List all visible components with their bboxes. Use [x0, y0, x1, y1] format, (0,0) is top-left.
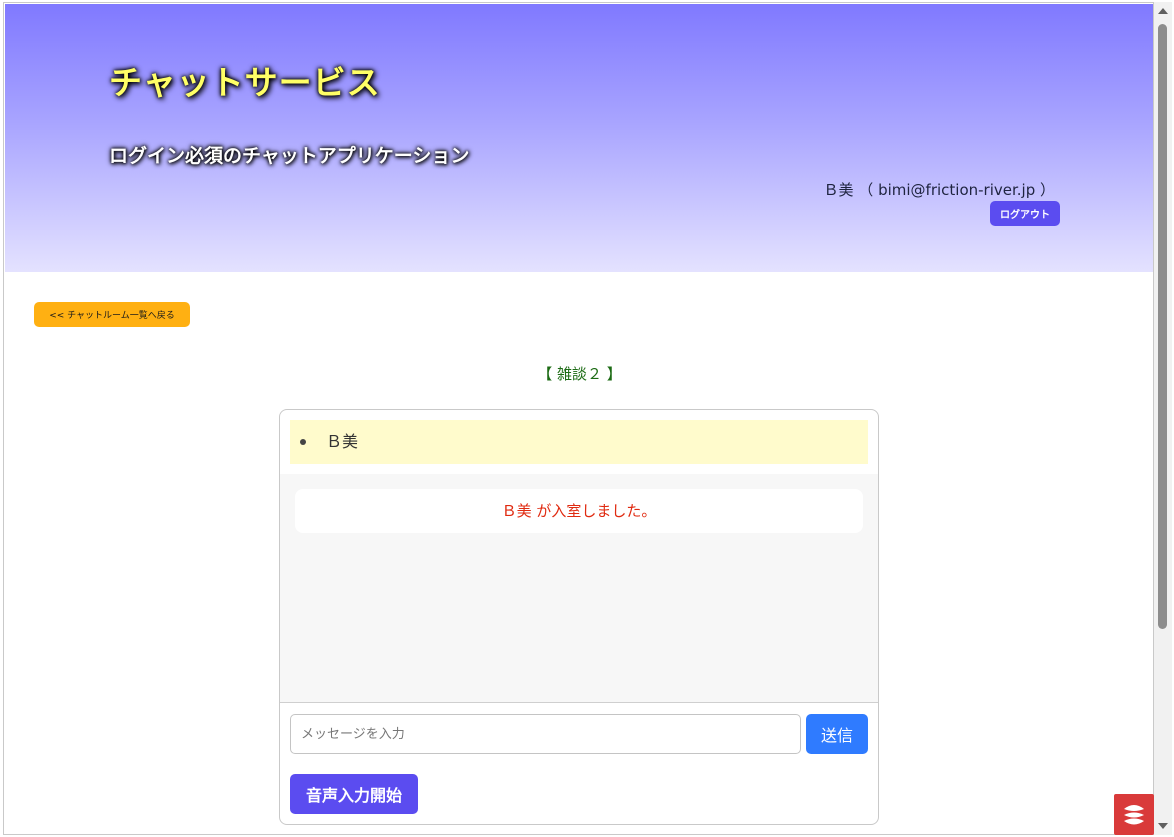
- site-header: チャットサービス ログイン必須のチャットアプリケーション Ｂ美 （ bimi@f…: [5, 4, 1153, 272]
- member-list-item: Ｂ美: [290, 420, 358, 464]
- voice-input-button[interactable]: 音声入力開始: [290, 774, 418, 814]
- scroll-up-arrow-icon[interactable]: [1158, 8, 1168, 14]
- system-message: Ｂ美 が入室しました。: [295, 489, 863, 533]
- widget-logo-icon: [1124, 805, 1144, 825]
- bullet-icon: [300, 439, 306, 445]
- message-list[interactable]: Ｂ美 が入室しました。: [280, 474, 878, 703]
- site-title: チャットサービス: [109, 63, 381, 102]
- member-name: Ｂ美: [326, 432, 359, 451]
- scrollbar-thumb[interactable]: [1158, 24, 1167, 629]
- room-title: 【 雑談２ 】: [537, 365, 622, 383]
- member-list: Ｂ美: [290, 420, 868, 464]
- current-user-info: Ｂ美 （ bimi@friction-river.jp ）: [823, 181, 1055, 199]
- send-button[interactable]: 送信: [806, 714, 868, 754]
- vertical-scrollbar[interactable]: [1154, 2, 1172, 835]
- message-input[interactable]: [290, 714, 801, 754]
- browser-viewport: チャットサービス ログイン必須のチャットアプリケーション Ｂ美 （ bimi@f…: [3, 2, 1154, 835]
- logout-button[interactable]: ログアウト: [990, 201, 1060, 226]
- scroll-down-arrow-icon[interactable]: [1158, 823, 1168, 829]
- extension-widget-button[interactable]: [1114, 794, 1154, 835]
- chat-panel: Ｂ美 Ｂ美 が入室しました。 送信 音声入力開始: [279, 409, 879, 825]
- back-to-room-list-button[interactable]: << チャットルーム一覧へ戻る: [34, 302, 190, 327]
- site-subtitle: ログイン必須のチャットアプリケーション: [109, 145, 470, 167]
